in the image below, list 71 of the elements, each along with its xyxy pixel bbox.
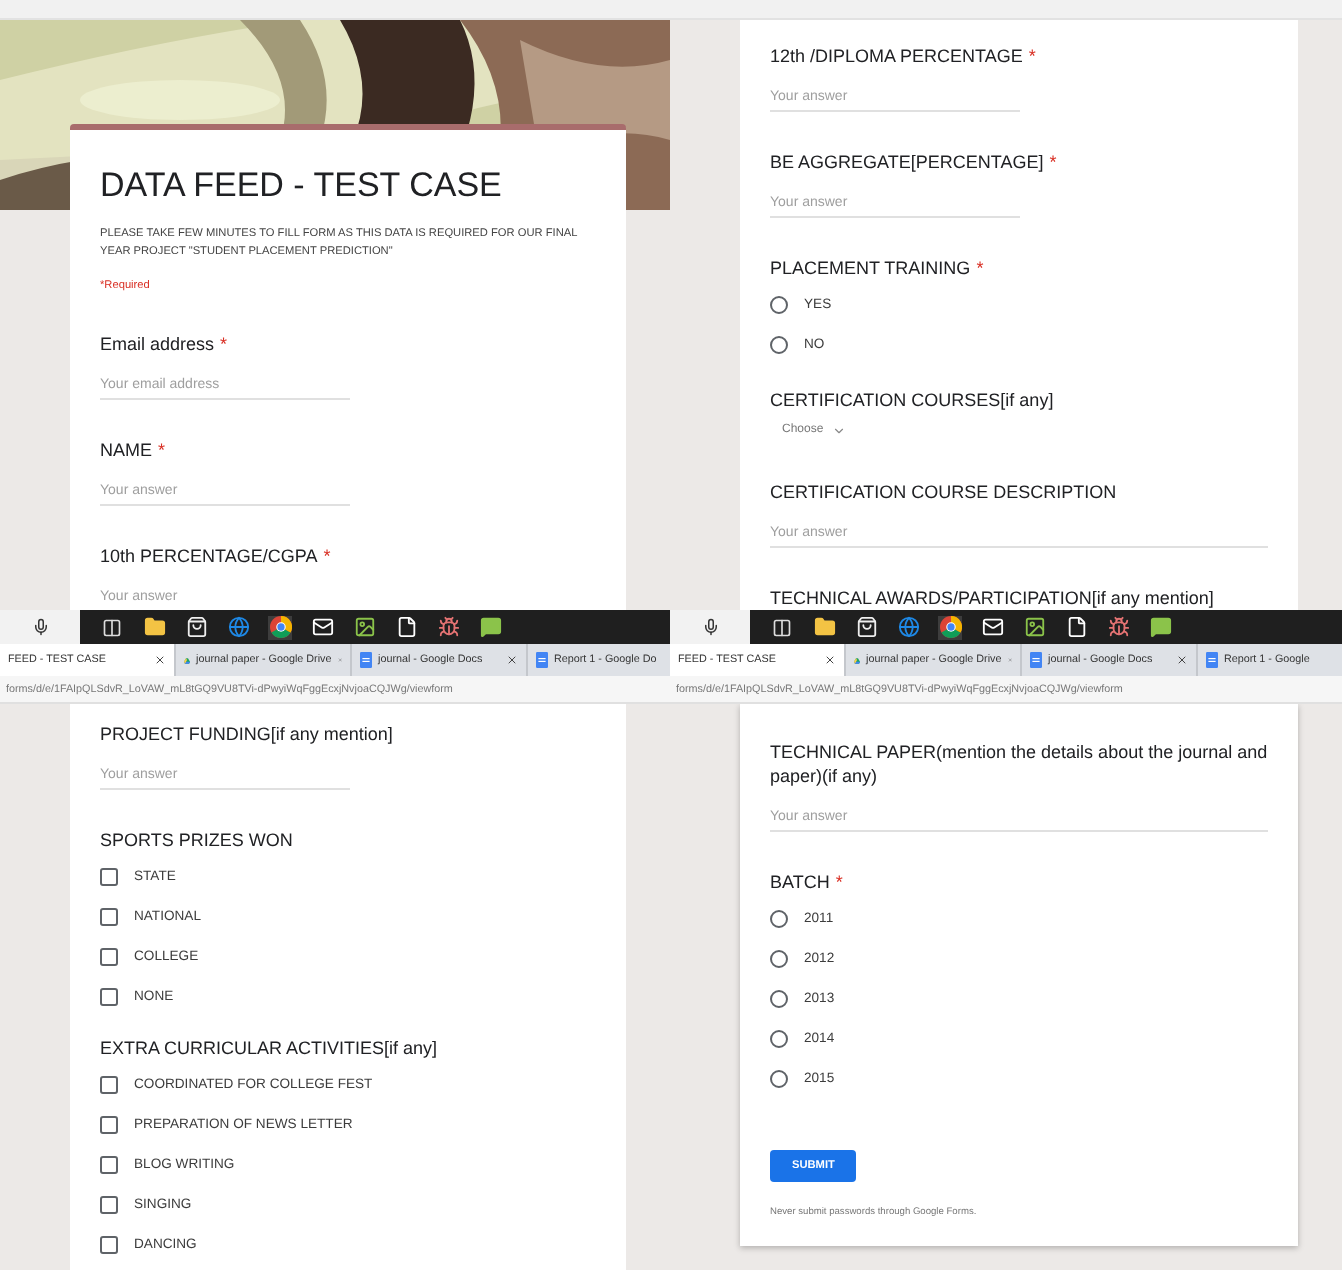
task-view-icon[interactable] [772,617,792,637]
required-mark: * [323,544,331,568]
microphone-icon[interactable] [701,618,719,636]
shopping-bag-icon[interactable] [185,616,207,638]
checkbox[interactable] [100,1235,118,1253]
required-mark: * [1028,44,1036,68]
required-mark: * [1049,150,1057,174]
caret-icon [831,423,846,437]
checkbox[interactable] [100,1075,118,1093]
radio-button[interactable] [770,949,788,967]
close-icon[interactable] [824,654,836,666]
folder-icon[interactable] [143,616,165,638]
image-icon[interactable] [353,616,375,638]
mail-icon[interactable] [981,616,1003,638]
required-mark: * [835,870,843,894]
question-label: TECHNICAL PAPER(mention the details about the journal and paper)(if any) [770,740,1268,788]
checkbox[interactable] [100,947,118,965]
browser-icon[interactable] [269,616,291,638]
question-label: TECHNICAL AWARDS/PARTICIPATION[if any mention] [770,586,1214,610]
question-label: BE AGGREGATE[PERCENTAGE] [770,150,1044,174]
question-label: PLACEMENT TRAINING [770,256,971,280]
radio-button[interactable] [770,909,788,927]
close-icon[interactable] [1176,654,1188,666]
required-mark: * [158,438,166,462]
document-icon [360,652,372,668]
question-label: NAME [100,438,153,462]
question-label: BATCH [770,870,830,894]
question-label: Email address [100,332,215,356]
globe-icon[interactable] [897,616,919,638]
image-icon[interactable] [1023,616,1045,638]
radio-button[interactable] [770,1029,788,1047]
globe-icon[interactable] [227,616,249,638]
question-label: SPORTS PRIZES WON [100,828,293,852]
document-icon[interactable] [1065,616,1087,638]
radio-button[interactable] [770,295,788,313]
radio-button[interactable] [770,1069,788,1087]
drive-icon [854,653,861,667]
question-label: CERTIFICATION COURSES[if any] [770,388,1054,412]
radio-button[interactable] [770,335,788,353]
close-icon[interactable] [506,654,518,666]
checkbox[interactable] [100,867,118,885]
folder-icon[interactable] [813,616,835,638]
document-icon [536,652,548,668]
shopping-bag-icon[interactable] [855,616,877,638]
form-title: DATA FEED - TEST CASE [100,166,504,206]
microphone-icon[interactable] [31,618,49,636]
question-label: PROJECT FUNDING[if any mention] [100,722,393,746]
radio-button[interactable] [770,989,788,1007]
question-label: 12th /DIPLOMA PERCENTAGE [770,44,1023,68]
drive-icon [184,653,191,667]
close-icon[interactable] [154,654,166,666]
chat-icon[interactable] [1149,616,1171,638]
checkbox[interactable] [100,1155,118,1173]
question-label: 10th PERCENTAGE/CGPA [100,544,318,568]
document-icon[interactable] [395,616,417,638]
checkbox[interactable] [100,987,118,1005]
required-mark: * [220,332,228,356]
bug-icon[interactable] [437,616,459,638]
question-label: CERTIFICATION COURSE DESCRIPTION [770,480,1117,504]
required-mark: * [976,256,984,280]
question-label: EXTRA CURRICULAR ACTIVITIES[if any] [100,1036,438,1060]
chat-icon[interactable] [479,616,501,638]
browser-icon[interactable] [939,616,961,638]
checkbox[interactable] [100,1115,118,1133]
task-view-icon[interactable] [102,617,122,637]
checkbox[interactable] [100,907,118,925]
bug-icon[interactable] [1107,616,1129,638]
checkbox[interactable] [100,1195,118,1213]
document-icon [1206,652,1218,668]
document-icon [1030,652,1042,668]
mail-icon[interactable] [311,616,333,638]
